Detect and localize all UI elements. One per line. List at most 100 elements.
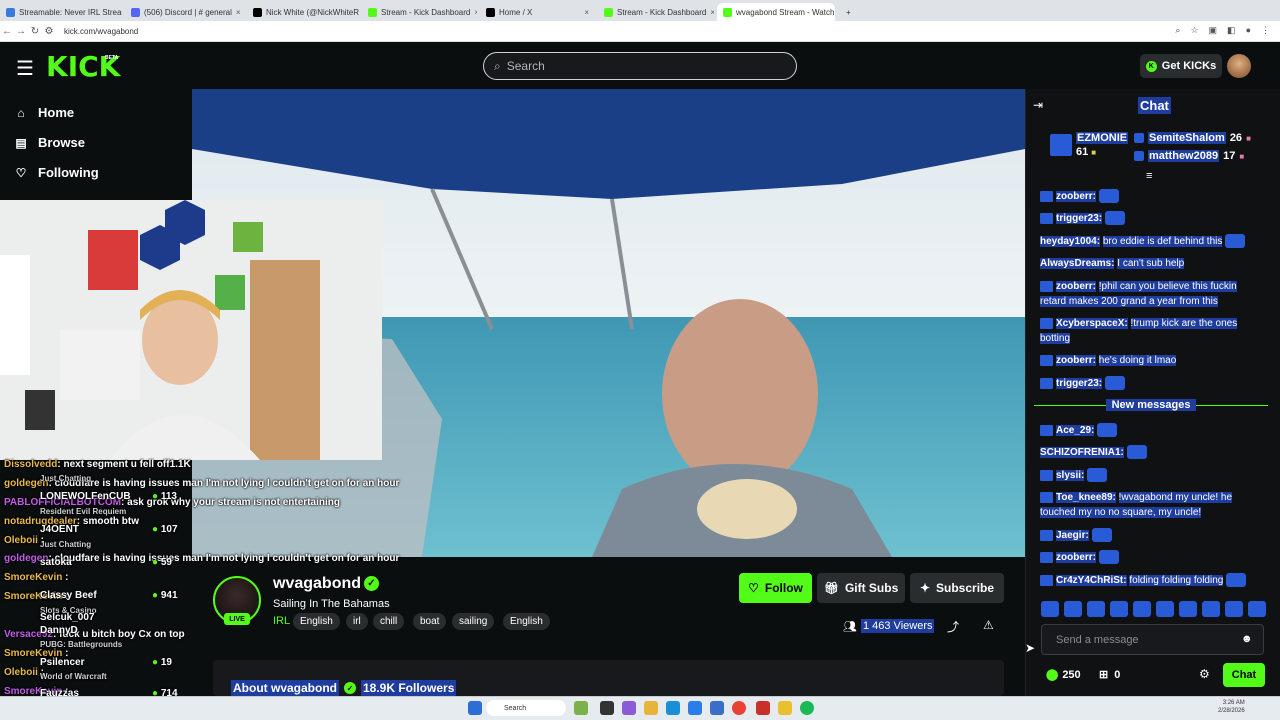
top-gifter[interactable]: matthew2089 17 ■	[1134, 150, 1244, 162]
start-icon[interactable]	[468, 701, 482, 715]
app-icon[interactable]	[756, 701, 770, 715]
streamer-name[interactable]: wvagabond	[273, 575, 361, 593]
expand-pinned-icon[interactable]: ≡	[1146, 170, 1152, 182]
chat-username[interactable]: AlwaysDreams:	[1040, 258, 1115, 269]
site-info-icon[interactable]: ⚙	[42, 26, 56, 37]
top-gifter[interactable]: SemiteShalom 26 ■	[1134, 132, 1251, 144]
chat-username[interactable]: zooberr:	[1056, 355, 1096, 366]
stream-tag[interactable]: irl	[346, 613, 368, 630]
hamburger-menu-icon[interactable]: ☰	[16, 56, 34, 81]
chrome-icon[interactable]	[732, 701, 746, 715]
chat-message-input[interactable]: Send a message	[1041, 624, 1264, 655]
chat-message[interactable]: zooberr:	[1040, 550, 1260, 565]
emote-icon[interactable]	[1087, 601, 1105, 617]
emote-icon[interactable]	[1248, 601, 1266, 617]
stream-category[interactable]: IRL	[273, 615, 290, 627]
app-icon[interactable]	[778, 701, 792, 715]
sidebar-item-following[interactable]: ♡ Following	[14, 165, 99, 180]
chat-username[interactable]: zooberr:	[1056, 281, 1096, 292]
sidebar-item-home[interactable]: ⌂ Home	[14, 105, 74, 120]
get-kicks-button[interactable]: K Get KICKs	[1140, 54, 1222, 78]
user-avatar[interactable]	[1227, 54, 1251, 78]
browser-tab[interactable]: Stream - Kick Dashboard ×	[362, 3, 477, 21]
chat-message[interactable]: trigger23:	[1040, 211, 1260, 226]
emote-icon[interactable]	[1064, 601, 1082, 617]
browser-tab[interactable]: Streamable: Never IRL Stream×	[0, 3, 122, 21]
browser-tab[interactable]: Home / X ×	[480, 3, 595, 21]
file-explorer-icon[interactable]	[644, 701, 658, 715]
system-clock[interactable]: 3:26 AM 2/28/2026	[1218, 699, 1245, 715]
chat-message[interactable]: SCHIZOFRENIA1:	[1040, 445, 1260, 460]
chat-username[interactable]: SCHIZOFRENIA1:	[1040, 447, 1124, 458]
chat-message[interactable]: AlwaysDreams: I can't sub help	[1040, 256, 1260, 271]
stream-tag[interactable]: English	[503, 613, 550, 630]
subscribe-button[interactable]: ✦ Subscribe	[910, 573, 1004, 603]
emoji-icon[interactable]: ☻	[1241, 633, 1253, 645]
chat-message[interactable]: Ace_29:	[1040, 423, 1260, 438]
chat-message[interactable]: Toe_knee89: !wvagabond my uncle! he touc…	[1040, 490, 1260, 520]
taskbar-search[interactable]: Search	[486, 700, 566, 716]
chat-message[interactable]: zooberr:	[1040, 189, 1260, 204]
edge-icon[interactable]	[666, 701, 680, 715]
chat-username[interactable]: Ace_29:	[1056, 425, 1095, 436]
zoom-icon[interactable]: ⌕	[1175, 25, 1180, 36]
chat-username[interactable]: Jaegir:	[1056, 530, 1089, 541]
emote-icon[interactable]	[1133, 601, 1151, 617]
chat-username[interactable]: XcyberspaceX:	[1056, 318, 1128, 329]
browser-menu-icon[interactable]: ⋮	[1261, 25, 1270, 36]
chat-username[interactable]: trigger23:	[1056, 213, 1103, 224]
send-chat-button[interactable]: Chat	[1223, 663, 1265, 687]
chat-message[interactable]: zooberr: he's doing it lmao	[1040, 353, 1260, 368]
stream-tag[interactable]: boat	[413, 613, 447, 630]
emote-icon[interactable]	[1179, 601, 1197, 617]
collapse-chat-icon[interactable]: ⇥	[1033, 98, 1043, 112]
emote-icon[interactable]	[1110, 601, 1128, 617]
search-input[interactable]: ⌕ Search	[483, 52, 797, 80]
chat-message[interactable]: zooberr: !phil can you believe this fuck…	[1040, 279, 1260, 309]
reload-icon[interactable]: ↻	[28, 26, 42, 37]
emote-icon[interactable]	[1156, 601, 1174, 617]
channel-points[interactable]: ⬤ 250	[1046, 668, 1081, 682]
browser-tab[interactable]: Stream - Kick Dashboard ×	[598, 3, 714, 21]
profile-icon[interactable]: ●	[1246, 25, 1251, 36]
chat-message[interactable]: trigger23:	[1040, 376, 1260, 391]
top-gifter[interactable]: EZMONIE 61 ■	[1050, 132, 1129, 158]
chat-message[interactable]: heyday1004: bro eddie is def behind this	[1040, 234, 1260, 249]
chat-username[interactable]: heyday1004:	[1040, 236, 1101, 247]
url-field[interactable]: kick.com/wvagabond	[64, 27, 138, 36]
emote-icon[interactable]	[1225, 601, 1243, 617]
extensions-icon[interactable]: ◧	[1227, 25, 1236, 36]
forward-icon[interactable]: →	[14, 26, 28, 37]
chat-username[interactable]: zooberr:	[1056, 552, 1096, 563]
stream-tag[interactable]: English	[293, 613, 340, 630]
back-icon[interactable]: ←	[0, 26, 14, 37]
chat-username[interactable]: zooberr:	[1056, 191, 1096, 202]
bookmark-star-icon[interactable]: ☆	[1190, 25, 1198, 36]
browser-tab[interactable]: (506) Discord | # general ×	[125, 3, 244, 21]
browser-tab[interactable]: wvagabond Stream - Watch Live×	[717, 3, 835, 21]
close-tab-icon[interactable]: ×	[236, 8, 241, 17]
follow-button[interactable]: ♡ Follow	[739, 573, 812, 603]
extension-icon[interactable]: ▣	[1209, 25, 1218, 36]
chat-message[interactable]: Cr4zY4ChRiSt: folding folding folding	[1040, 573, 1260, 588]
stream-tag[interactable]: chill	[373, 613, 405, 630]
stream-tag[interactable]: sailing	[452, 613, 495, 630]
gift-subs-button[interactable]: 🎁︎ Gift Subs	[817, 573, 905, 603]
close-tab-icon[interactable]: ×	[474, 8, 477, 17]
chat-message[interactable]: XcyberspaceX: !trump kick are the ones b…	[1040, 316, 1260, 346]
browser-tab[interactable]: Nick White (@NickWhiteReal)×	[247, 3, 359, 21]
chat-username[interactable]: trigger23:	[1056, 378, 1103, 389]
task-view-icon[interactable]	[600, 701, 614, 715]
spotify-icon[interactable]	[800, 701, 814, 715]
chat-username[interactable]: Toe_knee89:	[1056, 492, 1116, 503]
report-warning-icon[interactable]: ⚠	[983, 618, 994, 632]
store-icon[interactable]	[688, 701, 702, 715]
chat-username[interactable]: Cr4zY4ChRiSt:	[1056, 575, 1127, 586]
new-messages-divider[interactable]: New messages	[1034, 398, 1269, 412]
emote-icon[interactable]	[1041, 601, 1059, 617]
sidebar-item-browse[interactable]: ▤ Browse	[14, 135, 85, 150]
chat-message[interactable]: slysii:	[1040, 468, 1260, 483]
emote-icon[interactable]	[1202, 601, 1220, 617]
chat-username[interactable]: slysii:	[1056, 470, 1085, 481]
share-icon[interactable]: ⤴	[947, 618, 959, 635]
